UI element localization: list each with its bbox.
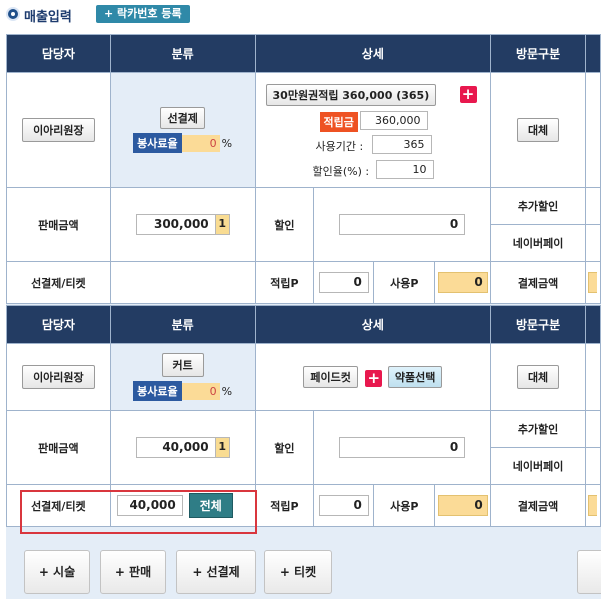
sales-amount-input[interactable]: 300,000 [135,214,216,235]
naver-pay-label: 네이버페이 [490,447,586,485]
service-rate-box: 봉사료율 0 % [133,133,232,153]
title-bar: 매출입력 + 락카번호 등록 [0,0,601,30]
sales-amount-input[interactable]: 40,000 [135,437,216,458]
page-title: 매출입력 [24,10,72,25]
col-header-category: 분류 [109,34,256,73]
sales-amount-label: 판매금액 [6,187,111,262]
extra-discount-label: 추가할인 [490,410,586,448]
col-header-detail: 상세 [254,305,492,344]
percent-label: % [221,136,233,150]
col-header-staff: 담당자 [6,34,111,73]
circle-bullet-icon [6,7,20,21]
service-rate-input[interactable]: 0 [181,134,220,152]
add-product-icon[interactable]: + [365,369,383,387]
service-rate-box: 봉사료율 0 % [133,381,232,401]
col-header-visit: 방문구분 [490,34,586,73]
payment-amount-label: 결제금액 [490,484,586,527]
visit-type-button[interactable]: 대체 [516,118,560,142]
discount-label: 할인 [254,187,315,262]
period-label: 사용기간 : [315,140,364,153]
category-button[interactable]: 선결제 [160,107,205,129]
add-ticket-button[interactable]: + 티켓 [264,550,332,594]
points-label: 적립P [254,261,315,304]
prepay-highlight-frame [20,490,257,534]
discount-input[interactable]: 0 [339,214,466,235]
col-header-category: 분류 [109,305,256,344]
extra-discount-label: 추가할인 [490,187,586,225]
service-rate-label: 봉사료율 [133,133,182,153]
discount-rate-label: 할인율(%) : [312,165,370,178]
sale-table-1: 담당자 분류 상세 방문구분 이아리원장 선결제 봉사료율 0 % 30만원권적… [6,34,601,304]
locker-number-register-button[interactable]: + 락카번호 등록 [96,5,190,23]
points-input[interactable]: 0 [318,495,369,516]
naver-pay-label: 네이버페이 [490,224,586,262]
add-prepay-button[interactable]: + 선결제 [176,550,256,594]
payment-amount-input[interactable] [588,272,598,293]
sales-entry-panel: 담당자 분류 상세 방문구분 이아리원장 선결제 봉사료율 0 % 30만원권적… [6,34,601,599]
points-input[interactable]: 0 [318,272,369,293]
period-input[interactable]: 365 [371,135,432,154]
accum-input[interactable]: 360,000 [359,111,428,130]
service-rate-label: 봉사료율 [133,381,182,401]
category-button[interactable]: 커트 [161,353,204,377]
use-points-label: 사용P [373,484,436,527]
payment-amount-label: 결제금액 [490,261,586,304]
accum-label: 적립금 [319,112,358,132]
payment-amount-input[interactable] [588,495,598,516]
sales-qty[interactable]: 1 [215,214,230,235]
add-treatment-button[interactable]: + 시술 [24,550,90,594]
col-header-detail: 상세 [254,34,492,73]
service-rate-input[interactable]: 0 [181,382,220,400]
col-header-visit: 방문구분 [490,305,586,344]
sales-qty[interactable]: 1 [215,437,230,458]
use-points-input[interactable]: 0 [437,272,488,293]
side-action-button[interactable] [577,550,601,594]
add-product-icon[interactable]: + [459,86,477,103]
sales-amount-label: 판매금액 [6,410,111,485]
discount-rate-input[interactable]: 10 [375,160,434,179]
use-points-label: 사용P [373,261,436,304]
visit-type-button[interactable]: 대체 [516,365,560,389]
discount-input[interactable]: 0 [339,437,466,458]
col-header-staff: 담당자 [6,305,111,344]
add-sale-button[interactable]: + 판매 [100,550,166,594]
prepay-ticket-label: 선결제/티켓 [6,261,111,304]
product-button[interactable]: 30만원권적립 360,000 (365) [265,84,437,106]
points-label: 적립P [254,484,315,527]
percent-label: % [221,384,233,398]
use-points-input[interactable]: 0 [437,495,488,516]
discount-label: 할인 [254,410,315,485]
staff-select-button[interactable]: 이아리원장 [22,365,95,389]
product-detail: 30만원권적립 360,000 (365) + 적립금 360,000 사용기간… [256,74,491,186]
staff-select-button[interactable]: 이아리원장 [22,118,95,142]
product-button[interactable]: 페이드컷 [303,366,358,388]
medicine-select-button[interactable]: 약품선택 [387,366,443,388]
